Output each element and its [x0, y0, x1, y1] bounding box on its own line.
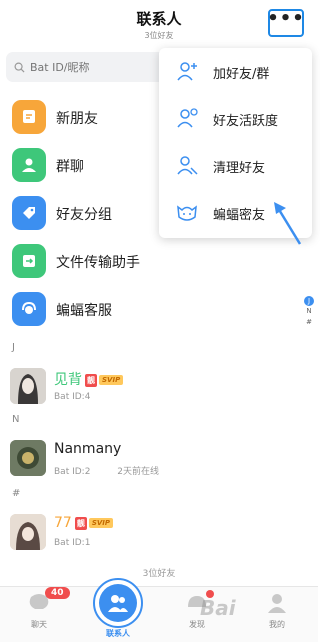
index-letter-hash[interactable]: # [304, 317, 314, 328]
more-button[interactable]: ••• [267, 8, 305, 37]
contact-id: Bat ID:4 [54, 392, 91, 402]
menu-label: 群聊 [56, 159, 84, 175]
friend-activity-icon [177, 108, 198, 128]
contact-name: 77 靓 SVIP [54, 515, 114, 531]
tab-label: 我的 [269, 620, 285, 629]
total-friends-count: 3位好友 [142, 569, 176, 579]
tab-label: 联系人 [106, 629, 130, 638]
header: 联系人 3位好友 ••• [0, 0, 318, 46]
more-dots-icon: ••• [267, 8, 305, 29]
popup-label: 加好友/群 [213, 67, 270, 82]
group-chat-icon [12, 148, 46, 182]
menu-label: 新朋友 [56, 111, 98, 127]
tab-label: 发现 [189, 620, 205, 629]
unread-badge: 40 [45, 587, 70, 599]
index-letter-j[interactable]: J [304, 296, 314, 306]
avatar [10, 368, 46, 404]
avatar [10, 514, 46, 550]
pointer-arrow-icon [274, 202, 302, 245]
clean-friends-icon [177, 156, 198, 175]
pretty-id-badge: 靓 [74, 516, 87, 530]
svip-badge: SVIP [88, 518, 114, 528]
contact-row[interactable]: 见背靓 SVIP Bat ID:4 [0, 364, 300, 418]
alphabet-index[interactable]: J N # [304, 296, 314, 328]
popup-label: 清理好友 [213, 161, 266, 176]
section-letter-hash: # [12, 488, 21, 499]
search-input[interactable] [30, 60, 170, 74]
section-letter-n: N [12, 414, 20, 425]
menu-label: 蝙蝠客服 [56, 303, 112, 319]
customer-service-icon [12, 292, 46, 326]
popup-label: 蝙蝠密友 [213, 208, 266, 223]
menu-label: 好友分组 [56, 207, 112, 223]
popup-label: 好友活跃度 [213, 114, 279, 129]
bat-close-friend-icon [177, 205, 197, 221]
pretty-id-badge: 靓 [85, 373, 97, 387]
menu-customer-service[interactable]: 蝙蝠客服 [0, 286, 318, 334]
contacts-icon [99, 584, 137, 622]
svip-badge: SVIP [99, 375, 124, 385]
popup-friend-activity[interactable]: 好友活跃度 [159, 95, 312, 142]
tab-contacts[interactable] [93, 578, 143, 628]
tag-icon [12, 196, 46, 230]
contact-name: 见背靓 SVIP [54, 369, 124, 389]
contact-id: Bat ID:1 [54, 538, 91, 548]
search-icon [14, 62, 25, 73]
contact-id: Bat ID:2 2天前在线 [54, 467, 160, 477]
tab-label: 聊天 [31, 620, 47, 629]
search-bar[interactable] [6, 52, 176, 82]
new-friend-icon [12, 100, 46, 134]
file-transfer-icon [12, 244, 46, 278]
menu-label: 文件传输助手 [56, 255, 140, 271]
contact-row[interactable]: Nanmany Bat ID:2 2天前在线 [0, 436, 300, 490]
popup-clean-friends[interactable]: 清理好友 [159, 142, 312, 189]
contact-name: Nanmany [54, 441, 122, 457]
avatar [10, 440, 46, 476]
add-friend-icon [177, 62, 197, 81]
me-icon [268, 594, 286, 613]
watermark-text: Bai [200, 596, 236, 620]
popup-add-friend[interactable]: 加好友/群 [159, 48, 312, 95]
contact-row[interactable]: 77 靓 SVIP Bat ID:1 [0, 510, 300, 564]
index-letter-n[interactable]: N [304, 306, 314, 317]
last-online-status: 2天前在线 [117, 467, 160, 477]
section-letter-j: J [12, 342, 15, 353]
tab-me[interactable]: 我的 [252, 593, 302, 630]
